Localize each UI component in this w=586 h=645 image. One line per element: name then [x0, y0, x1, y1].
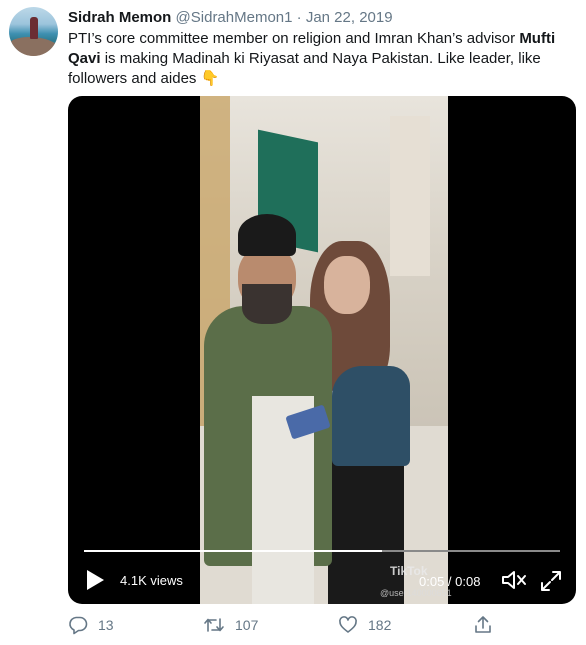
- tweet-text: PTI’s core committee member on religion …: [68, 29, 573, 89]
- retweet-count: 107: [235, 617, 259, 633]
- video-pillar: [390, 116, 430, 276]
- video-progress-fill: [84, 550, 382, 552]
- avatar-figure: [30, 17, 38, 39]
- woman-top: [332, 366, 410, 466]
- video-progress-bar[interactable]: [84, 550, 560, 552]
- reply-button[interactable]: 13: [68, 614, 114, 636]
- tweet-date[interactable]: Jan 22, 2019: [306, 9, 393, 26]
- woman-face: [324, 256, 370, 314]
- man-beard: [242, 284, 292, 324]
- play-button[interactable]: [84, 568, 106, 592]
- retweet-icon: [204, 618, 224, 632]
- header-separator: ·: [296, 9, 302, 26]
- play-icon: [87, 570, 104, 590]
- author-handle[interactable]: @SidrahMemon1: [176, 9, 293, 26]
- tweet-header: Sidrah Memon @SidrahMemon1 · Jan 22, 201…: [68, 9, 393, 27]
- tweet[interactable]: Sidrah Memon @SidrahMemon1 · Jan 22, 201…: [0, 0, 586, 645]
- video-time: 0:05 / 0:08: [419, 574, 481, 589]
- volume-icon: [502, 571, 526, 589]
- tweet-text-part1: PTI’s core committee member on religion …: [68, 30, 520, 47]
- tweet-actions: 13 107 182: [68, 614, 508, 636]
- volume-button[interactable]: [500, 568, 528, 592]
- retweet-button[interactable]: 107: [203, 614, 258, 636]
- tweet-text-part2: is making Madinah ki Riyasat and Naya Pa…: [68, 50, 541, 87]
- pointing-down-icon: 👇: [200, 70, 220, 87]
- reply-icon: [69, 616, 88, 635]
- heart-icon: [339, 616, 357, 633]
- like-count: 182: [368, 617, 392, 633]
- avatar[interactable]: [9, 7, 58, 56]
- reply-count: 13: [98, 617, 114, 633]
- video-frame[interactable]: [200, 96, 448, 604]
- avatar-rock: [9, 37, 58, 56]
- like-button[interactable]: 182: [338, 614, 391, 636]
- share-icon: [475, 616, 491, 633]
- man-cap: [238, 214, 296, 256]
- view-count: 4.1K views: [120, 573, 183, 588]
- video-player[interactable]: 4.1K views TikTok @user140000651 0:05 / …: [68, 96, 576, 604]
- share-button[interactable]: [473, 614, 493, 636]
- fullscreen-button[interactable]: [540, 570, 562, 592]
- woman-legs: [328, 456, 404, 604]
- author-name[interactable]: Sidrah Memon: [68, 9, 171, 26]
- fullscreen-icon: [541, 571, 561, 591]
